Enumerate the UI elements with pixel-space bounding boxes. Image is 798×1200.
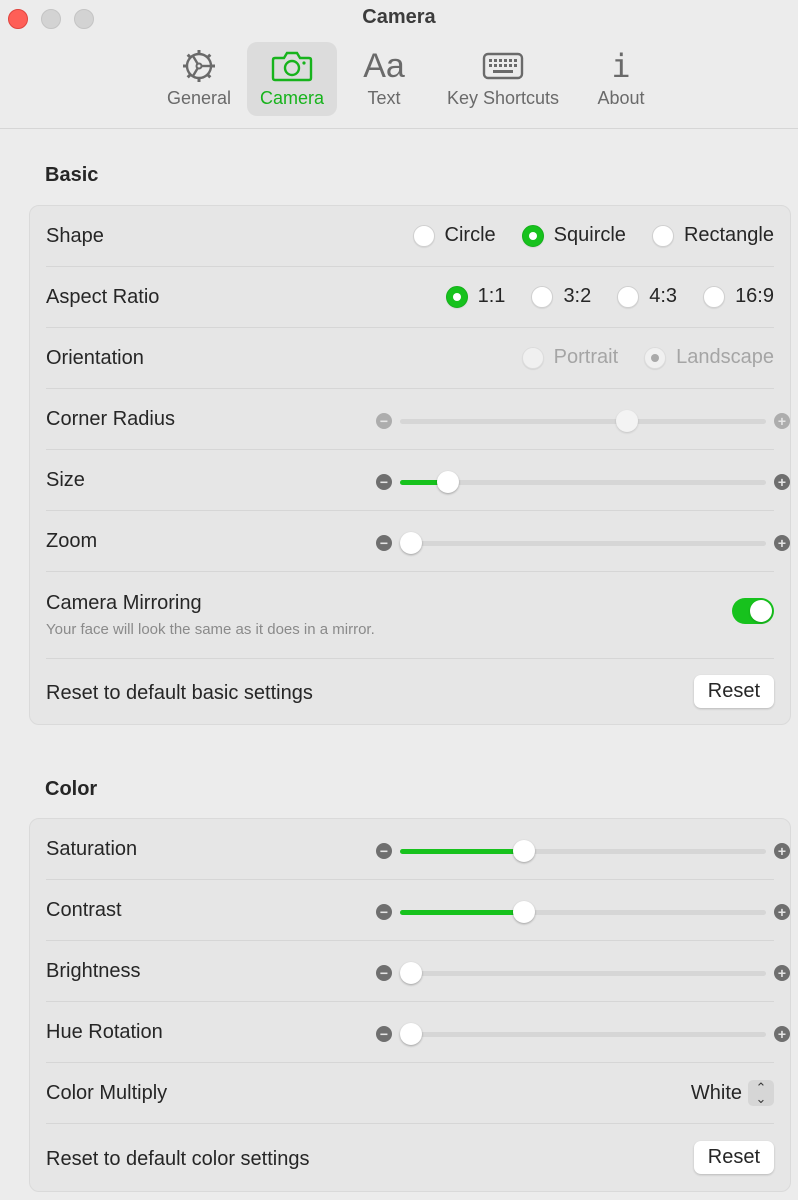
minus-icon[interactable]: − (376, 474, 392, 490)
reset-basic-label: Reset to default basic settings (46, 682, 313, 704)
minus-icon[interactable]: − (376, 535, 392, 551)
plus-icon[interactable]: + (774, 1026, 790, 1042)
tab-label: Text (367, 88, 401, 108)
contrast-row: Contrast − + (46, 880, 790, 941)
tab-camera[interactable]: Camera (247, 42, 337, 116)
aspect-ratio-radio-group: 1:1 3:2 4:3 16:9 (420, 285, 774, 308)
radio-squircle[interactable]: Squircle (521, 224, 626, 247)
contrast-slider[interactable]: − + (376, 900, 790, 924)
brightness-slider[interactable]: − + (376, 961, 790, 985)
brightness-label: Brightness (46, 960, 141, 982)
up-down-chevron-icon[interactable]: ⌃ ⌄ (748, 1080, 774, 1106)
radio-landscape[interactable]: Landscape (644, 346, 774, 369)
reset-color-row: Reset to default color settings Reset (46, 1124, 774, 1192)
camera-mirroring-description: Your face will look the same as it does … (46, 621, 375, 638)
size-slider[interactable]: − + (376, 470, 790, 494)
basic-panel: Shape Circle Squircle Rectangle Aspect R… (29, 205, 791, 725)
title-bar: Camera General Camera Aa Text Key Shortc… (0, 0, 798, 129)
aspect-ratio-label: Aspect Ratio (46, 286, 160, 308)
hue-rotation-slider[interactable]: − + (376, 1022, 790, 1046)
color-multiply-label: Color Multiply (46, 1082, 168, 1104)
info-icon: i (611, 47, 631, 85)
minus-icon[interactable]: − (376, 843, 392, 859)
saturation-slider[interactable]: − + (376, 839, 790, 863)
camera-icon (247, 48, 337, 84)
slider-fill (400, 849, 525, 854)
tab-text[interactable]: Aa Text (352, 42, 416, 116)
size-row: Size − + (46, 450, 790, 511)
plus-icon[interactable]: + (774, 904, 790, 920)
tab-label: About (597, 88, 645, 108)
camera-mirroring-label: Camera Mirroring (46, 592, 202, 614)
radio-rectangle[interactable]: Rectangle (651, 224, 774, 247)
radio-1-1[interactable]: 1:1 (445, 285, 505, 308)
shape-label: Shape (46, 225, 104, 247)
saturation-row: Saturation − + (46, 819, 790, 880)
slider-thumb[interactable] (615, 410, 638, 432)
reset-color-button[interactable]: Reset (693, 1141, 774, 1174)
contrast-label: Contrast (46, 899, 122, 921)
plus-icon[interactable]: + (774, 474, 790, 490)
tab-key-shortcuts[interactable]: Key Shortcuts (438, 42, 568, 116)
minus-icon[interactable]: − (376, 413, 392, 429)
orientation-radio-group: Portrait Landscape (496, 346, 774, 369)
slider-thumb[interactable] (436, 471, 459, 493)
hue-rotation-row: Hue Rotation − + (46, 1002, 790, 1063)
plus-icon[interactable]: + (774, 535, 790, 551)
minus-icon[interactable]: − (376, 904, 392, 920)
color-panel: Saturation − + Contrast − + Brightness −… (29, 818, 791, 1192)
aspect-ratio-row: Aspect Ratio 1:1 3:2 4:3 16:9 (46, 267, 774, 328)
window-title: Camera (362, 6, 436, 28)
brightness-row: Brightness − + (46, 941, 790, 1002)
tab-general[interactable]: General (160, 42, 238, 116)
orientation-row: Orientation Portrait Landscape (46, 328, 774, 389)
plus-icon[interactable]: + (774, 843, 790, 859)
shape-row: Shape Circle Squircle Rectangle (46, 206, 774, 267)
saturation-label: Saturation (46, 838, 138, 860)
shape-radio-group: Circle Squircle Rectangle (387, 224, 774, 247)
corner-radius-row: Corner Radius − + (46, 389, 790, 450)
radio-4-3[interactable]: 4:3 (617, 285, 677, 308)
radio-3-2[interactable]: 3:2 (531, 285, 591, 308)
radio-circle[interactable]: Circle (412, 224, 496, 247)
color-multiply-value: White (690, 1081, 742, 1104)
plus-icon[interactable]: + (774, 413, 790, 429)
slider-thumb[interactable] (513, 840, 536, 862)
color-multiply-row: Color Multiply White ⌃ ⌄ (46, 1063, 774, 1124)
minus-icon[interactable]: − (376, 965, 392, 981)
zoom-label: Zoom (46, 530, 98, 552)
zoom-slider[interactable]: − + (376, 531, 790, 555)
gear-icon (160, 48, 238, 84)
radio-portrait[interactable]: Portrait (521, 346, 618, 369)
reset-basic-row: Reset to default basic settings Reset (46, 659, 774, 725)
radio-16-9[interactable]: 16:9 (703, 285, 774, 308)
tab-label: Camera (259, 88, 325, 108)
section-title-color: Color (45, 778, 98, 800)
plus-icon[interactable]: + (774, 965, 790, 981)
keyboard-icon (438, 48, 568, 84)
color-multiply-popup[interactable]: White ⌃ ⌄ (691, 1080, 774, 1106)
tab-about[interactable]: i About (590, 42, 652, 116)
slider-thumb[interactable] (399, 532, 422, 554)
slider-fill (400, 910, 525, 915)
section-title-basic: Basic (45, 164, 99, 186)
camera-mirroring-toggle[interactable] (732, 598, 774, 624)
corner-radius-label: Corner Radius (46, 408, 175, 430)
hue-rotation-label: Hue Rotation (46, 1021, 163, 1043)
minus-icon[interactable]: − (376, 1026, 392, 1042)
reset-color-label: Reset to default color settings (46, 1148, 310, 1170)
orientation-label: Orientation (46, 347, 144, 369)
tab-label: General (166, 88, 232, 108)
slider-thumb[interactable] (399, 962, 422, 984)
reset-basic-button[interactable]: Reset (693, 675, 774, 708)
corner-radius-slider[interactable]: − + (376, 409, 790, 433)
size-label: Size (46, 469, 85, 491)
slider-thumb[interactable] (399, 1023, 422, 1045)
tab-label: Key Shortcuts (446, 88, 560, 108)
zoom-row: Zoom − + (46, 511, 790, 572)
camera-mirroring-row: Camera Mirroring Your face will look the… (46, 572, 774, 659)
slider-thumb[interactable] (513, 901, 536, 923)
text-format-icon: Aa (363, 46, 405, 85)
